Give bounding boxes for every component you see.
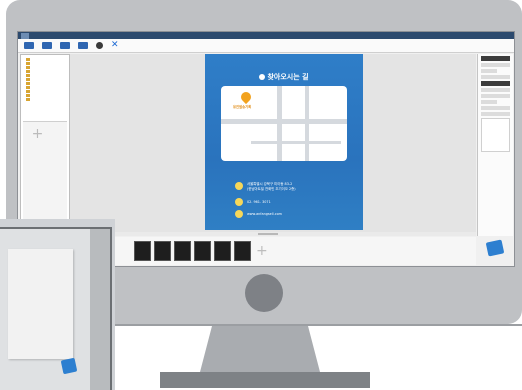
- folder-icon: [26, 73, 30, 77]
- location-pin-icon: [259, 74, 266, 80]
- property-row[interactable]: [481, 56, 510, 61]
- power-button: [245, 274, 283, 312]
- finish-icon: [485, 239, 505, 257]
- monitor-stand: [200, 326, 320, 372]
- map-box: 유진발송기획: [221, 86, 347, 161]
- print-button[interactable]: [96, 42, 105, 49]
- add-page-icon[interactable]: +: [31, 127, 44, 141]
- export-button[interactable]: [78, 42, 90, 49]
- photo-monitor-side: [90, 229, 110, 390]
- folder-icon: [26, 89, 30, 93]
- property-row[interactable]: [481, 81, 510, 86]
- phone-icon: [235, 198, 243, 206]
- close-icon: ✕: [111, 40, 119, 50]
- page-thumbnail[interactable]: [234, 241, 251, 261]
- property-row[interactable]: [481, 75, 510, 79]
- property-row[interactable]: [481, 63, 510, 67]
- folder-icon: [26, 93, 30, 97]
- toolbar: ✕: [18, 39, 514, 53]
- print-icon: [96, 42, 103, 49]
- page-thumbnail[interactable]: [174, 241, 191, 261]
- poster-page[interactable]: 찾아오시는 길 유진발송기획 서울특별시 강북구 미아동 83-2 (한남아트빌…: [205, 54, 363, 230]
- website-text: www.anfangsell.com: [247, 212, 282, 216]
- road-vertical: [277, 86, 282, 161]
- export-icon: [78, 42, 88, 49]
- folder-icon: [26, 81, 30, 85]
- property-row[interactable]: [481, 94, 510, 98]
- page-filmstrip: +: [70, 237, 476, 265]
- monitor-base: [160, 372, 370, 388]
- page-thumbnail[interactable]: [214, 241, 231, 261]
- folder-icon: [26, 77, 30, 81]
- menu-bar: [18, 32, 514, 39]
- new-document-icon: [24, 42, 34, 49]
- globe-icon: [235, 210, 243, 218]
- map-place-label: 유진발송기획: [233, 105, 252, 109]
- location-pin-icon: [238, 89, 254, 105]
- website-row: www.anfangsell.com: [235, 210, 282, 218]
- folder-icon: [26, 57, 30, 61]
- tree-item[interactable]: [26, 97, 69, 101]
- photo-document: [8, 249, 73, 359]
- property-row[interactable]: [481, 106, 510, 110]
- folder-icon: [42, 42, 52, 49]
- road-horizontal: [221, 119, 347, 124]
- layer-list[interactable]: [481, 118, 510, 152]
- folder-icon: [26, 69, 30, 73]
- poster-title-text: 찾아오시는 길: [267, 73, 309, 81]
- page-thumbnail[interactable]: [134, 241, 151, 261]
- phone-text: 02. 961. 3071: [247, 200, 271, 204]
- folder-icon: [26, 61, 30, 65]
- phone-row: 02. 961. 3071: [235, 198, 271, 206]
- app-logo: [21, 32, 29, 39]
- finish-icon: [60, 357, 78, 375]
- open-button[interactable]: [42, 42, 54, 49]
- save-button[interactable]: [60, 42, 72, 49]
- home-icon: [235, 182, 243, 190]
- horizontal-scrollbar[interactable]: [70, 232, 476, 236]
- canvas-area[interactable]: 찾아오시는 길 유진발송기획 서울특별시 강북구 미아동 83-2 (한남아트빌…: [70, 54, 476, 232]
- folder-icon: [26, 97, 30, 101]
- folder-icon: [26, 65, 30, 69]
- new-button[interactable]: [24, 42, 36, 49]
- page-thumbnail[interactable]: [194, 241, 211, 261]
- inset-photo: [0, 219, 115, 390]
- scrollbar-thumb[interactable]: [258, 233, 278, 235]
- property-row[interactable]: [481, 88, 510, 92]
- property-row[interactable]: [481, 69, 497, 73]
- properties-panel: [477, 54, 513, 236]
- address-line2: (한남아트빌 천화빈 초기이오 2층): [247, 187, 296, 191]
- close-button[interactable]: ✕: [111, 40, 121, 50]
- page-thumbnail[interactable]: [154, 241, 171, 261]
- finish-button[interactable]: [480, 239, 510, 263]
- road-horizontal: [251, 141, 341, 144]
- add-page-icon[interactable]: +: [256, 244, 268, 258]
- folder-icon: [26, 85, 30, 89]
- property-row[interactable]: [481, 100, 497, 104]
- road-vertical: [305, 86, 309, 161]
- poster-title: 찾아오시는 길: [205, 72, 363, 82]
- save-icon: [60, 42, 70, 49]
- address-row: 서울특별시 강북구 미아동 83-2 (한남아트빌 천화빈 초기이오 2층): [235, 181, 296, 191]
- property-row[interactable]: [481, 112, 510, 116]
